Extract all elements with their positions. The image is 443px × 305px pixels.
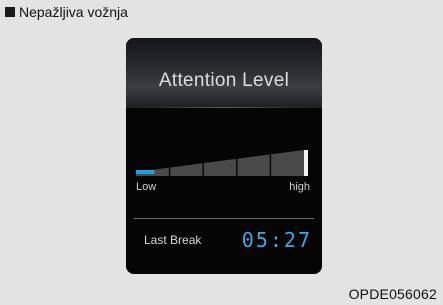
bullet-square-icon: [5, 7, 15, 17]
divider: [134, 218, 314, 219]
level-high-label: high: [289, 181, 310, 193]
bar-active-fill: [136, 170, 155, 174]
bar-end-marker: [304, 150, 308, 176]
level-low-label: Low: [136, 181, 157, 193]
caption-text: Nepažljiva vožnja: [19, 4, 128, 20]
attention-level-title: Attention Level: [158, 70, 290, 91]
attention-level-bar: [136, 150, 312, 176]
attention-bar-graphic: [136, 150, 308, 176]
image-code: OPDE056062: [348, 286, 437, 302]
last-break-value: 05:27: [241, 228, 312, 252]
cluster-display: Attention Level Low high Last Break 05:2…: [126, 38, 322, 274]
last-break-label: Last Break: [144, 233, 202, 247]
bar-track: [136, 150, 304, 176]
caption: Nepažljiva vožnja: [5, 3, 128, 21]
